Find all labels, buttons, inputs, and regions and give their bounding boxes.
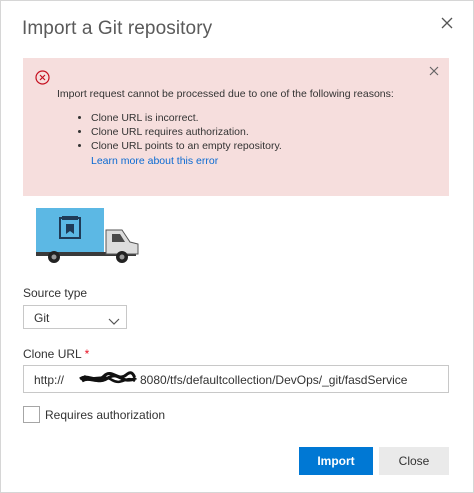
chevron-down-icon <box>108 313 120 325</box>
source-type-label: Source type <box>23 286 88 300</box>
error-reason: Clone URL requires authorization. <box>91 125 282 139</box>
required-marker: * <box>84 347 90 361</box>
close-button[interactable]: Close <box>379 447 449 475</box>
error-message: Import request cannot be processed due t… <box>57 88 394 100</box>
dismiss-error-icon[interactable] <box>427 64 441 78</box>
dialog-title: Import a Git repository <box>22 18 213 39</box>
error-reason: Clone URL points to an empty repository. <box>91 139 282 153</box>
import-button[interactable]: Import <box>299 447 373 475</box>
clone-url-prefix: http:// <box>34 373 65 387</box>
truck-illustration <box>34 206 142 266</box>
error-reasons-list: Clone URL is incorrect. Clone URL requir… <box>77 111 282 153</box>
redacted-host-scribble <box>78 370 138 387</box>
clone-url-suffix: 8080/tfs/defaultcollection/DevOps/_git/f… <box>140 373 408 387</box>
error-banner: Import request cannot be processed due t… <box>23 58 449 196</box>
error-reason: Clone URL is incorrect. <box>91 111 282 125</box>
close-dialog-icon[interactable] <box>437 13 457 33</box>
learn-more-link[interactable]: Learn more about this error <box>91 155 218 167</box>
requires-authorization-label[interactable]: Requires authorization <box>45 408 165 422</box>
requires-authorization-checkbox[interactable] <box>23 406 40 423</box>
error-circle-icon <box>35 70 50 85</box>
clone-url-input[interactable]: http:// 8080/tfs/defaultcollection/DevOp… <box>23 365 449 393</box>
source-type-value: Git <box>34 311 50 325</box>
import-dialog: Import a Git repository Import request c… <box>0 0 474 493</box>
source-type-select[interactable]: Git <box>23 305 127 329</box>
clone-url-label-text: Clone URL <box>23 347 82 361</box>
clone-url-label: Clone URL * <box>23 347 89 361</box>
